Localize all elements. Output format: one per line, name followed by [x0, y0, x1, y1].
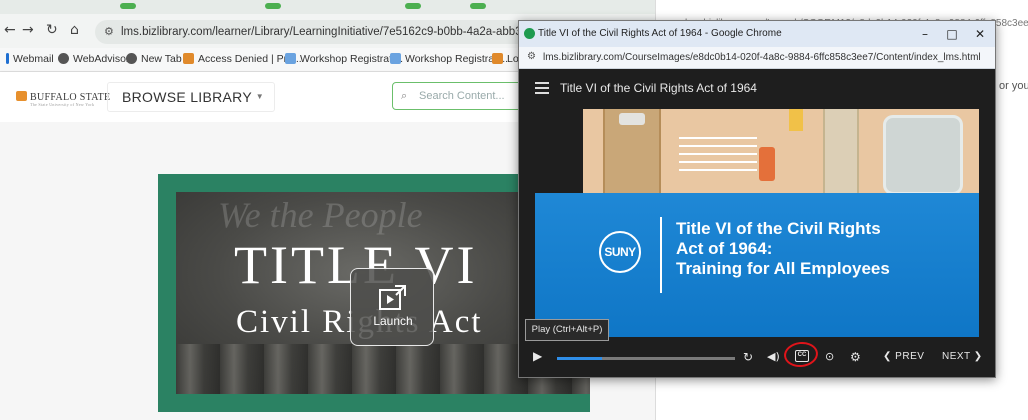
tab-indicator: [120, 3, 136, 9]
home-icon[interactable]: ⌂: [70, 22, 79, 38]
buffalo-icon: [183, 53, 194, 64]
browse-library-label: BROWSE LIBRARY: [122, 89, 252, 105]
bookmark-new-tab[interactable]: New Tab: [126, 53, 182, 65]
tab-indicator: [470, 3, 486, 9]
slide-title-line: Title VI of the Civil Rights: [676, 219, 881, 238]
site-settings-icon[interactable]: ⚙: [527, 51, 536, 62]
menu-icon[interactable]: [535, 82, 549, 97]
launch-label: Launch: [373, 314, 413, 328]
maximize-button[interactable]: □: [939, 24, 965, 44]
document-icon: [390, 53, 401, 64]
background-page-text: or you r: [999, 80, 1028, 92]
clipboard-clip-shape: [619, 113, 645, 125]
play-icon[interactable]: ▶: [533, 349, 542, 363]
search-icon: ⌕: [401, 90, 408, 102]
bookmark-webmail[interactable]: Webmail: [6, 53, 54, 65]
chevron-down-icon: ▼: [255, 92, 264, 101]
progress-fill: [557, 357, 602, 360]
play-tooltip: Play (Ctrl+Alt+P): [525, 319, 609, 341]
bookmark-icon: [6, 53, 9, 64]
player-header: Title VI of the Civil Rights Act of 1964: [519, 69, 995, 109]
globe-icon: [58, 53, 69, 64]
launch-icon: [379, 285, 406, 310]
autoplay-icon[interactable]: ⊙: [825, 350, 834, 363]
minimize-button[interactable]: –: [912, 24, 938, 44]
suny-logo: SUNY: [599, 231, 641, 273]
progress-bar[interactable]: [557, 357, 735, 360]
browse-library-dropdown[interactable]: BROWSE LIBRARY ▼: [107, 82, 275, 112]
slide-title-line: Training for All Employees: [676, 259, 890, 278]
bookmark-access-denied[interactable]: Access Denied | Pro...: [183, 53, 302, 65]
bookmark-webadvisor[interactable]: WebAdvisor: [58, 53, 129, 65]
player-controls: ▶ ↻ ◀) CC ⊙ ⚙ ❮ PREV NEXT ❯: [519, 340, 995, 375]
close-button[interactable]: ✕: [967, 24, 993, 44]
site-settings-icon[interactable]: ⚙: [104, 20, 114, 44]
back-icon[interactable]: ←: [4, 22, 16, 38]
forward-icon[interactable]: →: [22, 22, 34, 38]
tab-indicator: [265, 3, 281, 9]
url-bar[interactable]: ⚙ lms.bizlibrary.com/learner/Library/Lea…: [95, 20, 535, 44]
chrome-favicon-icon: [524, 28, 535, 39]
globe-icon: [126, 53, 137, 64]
slide-title-panel: SUNY Title VI of the Civil Rights Act of…: [535, 193, 979, 337]
launch-button[interactable]: Launch: [350, 268, 434, 346]
volume-icon[interactable]: ◀): [767, 350, 780, 363]
buffalo-icon: [492, 53, 503, 64]
window-titlebar[interactable]: Title VI of the Civil Rights Act of 1964…: [519, 21, 995, 47]
search-placeholder: Search Content...: [419, 90, 505, 102]
tab-indicator: [405, 3, 421, 9]
reload-icon[interactable]: ↻: [46, 22, 58, 38]
tray-shape: [883, 115, 963, 193]
popup-url-bar[interactable]: ⚙ lms.bizlibrary.com/CourseImages/e8dc0b…: [519, 47, 995, 69]
binder-clip-shape: [759, 147, 775, 181]
buffalo-state-logo[interactable]: BUFFALO STATE The State University of Ne…: [16, 91, 110, 107]
slide-divider: [660, 217, 662, 293]
tape-shape: [789, 109, 803, 131]
office-supplies-image: [583, 109, 979, 193]
document-icon: [285, 53, 296, 64]
search-input[interactable]: ⌕ Search Content...: [392, 82, 527, 110]
replay-icon[interactable]: ↻: [743, 350, 753, 364]
logo-subtitle: The State University of New York: [30, 102, 95, 107]
slide-title-line: Act of 1964:: [676, 239, 773, 258]
player-title: Title VI of the Civil Rights Act of 1964: [560, 81, 757, 95]
bookmark-workshop-1[interactable]: Workshop Registrati...: [285, 53, 403, 65]
gear-icon[interactable]: ⚙: [850, 350, 861, 364]
next-button[interactable]: NEXT ❯: [942, 351, 983, 362]
bookmark-lo[interactable]: Lo: [492, 53, 519, 65]
url-text: lms.bizlibrary.com/learner/Library/Learn…: [121, 26, 535, 38]
slide-title: Title VI of the Civil Rights Act of 1964…: [676, 219, 936, 279]
bookmark-workshop-2[interactable]: Workshop Registrati...: [390, 53, 508, 65]
annotation-circle: [782, 340, 820, 369]
buffalo-icon: [16, 91, 27, 101]
background-script-text: We the People: [218, 195, 423, 235]
prev-button[interactable]: ❮ PREV: [883, 351, 924, 362]
tray-shape: [823, 109, 859, 193]
pins-shape: [679, 133, 757, 177]
course-slide: SUNY Title VI of the Civil Rights Act of…: [535, 109, 979, 337]
popup-url-text: lms.bizlibrary.com/CourseImages/e8dc0b14…: [543, 52, 981, 63]
window-title: Title VI of the Civil Rights Act of 1964…: [538, 28, 782, 39]
course-player-window: Title VI of the Civil Rights Act of 1964…: [518, 20, 996, 378]
